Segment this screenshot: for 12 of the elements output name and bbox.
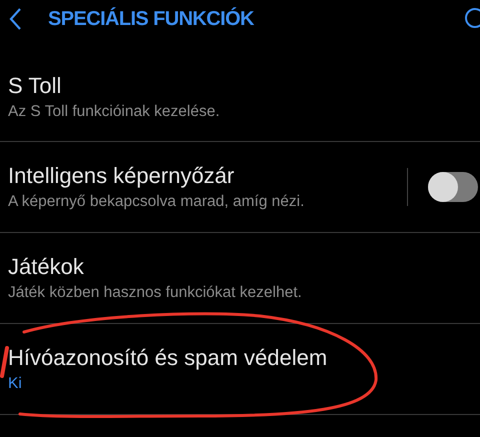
item-description: Játék közben hasznos funkciókat kezelhet.: [8, 284, 303, 302]
search-icon[interactable]: [464, 7, 480, 31]
item-status: Ki: [8, 375, 23, 393]
item-description: Az S Toll funkcióinak kezelése.: [8, 102, 221, 120]
item-description: A képernyő bekapcsolva marad, amíg nézi.: [8, 193, 306, 211]
page-title: SPECIÁLIS FUNKCIÓK: [48, 8, 255, 30]
item-title: Intelligens képernyőzár: [8, 163, 236, 189]
item-title: Játékok: [8, 254, 85, 280]
item-title: Hívóazonosító és spam védelem: [8, 345, 328, 371]
toggle-switch[interactable]: [428, 172, 478, 202]
item-title: S Toll: [8, 72, 62, 98]
back-icon[interactable]: [8, 7, 22, 31]
